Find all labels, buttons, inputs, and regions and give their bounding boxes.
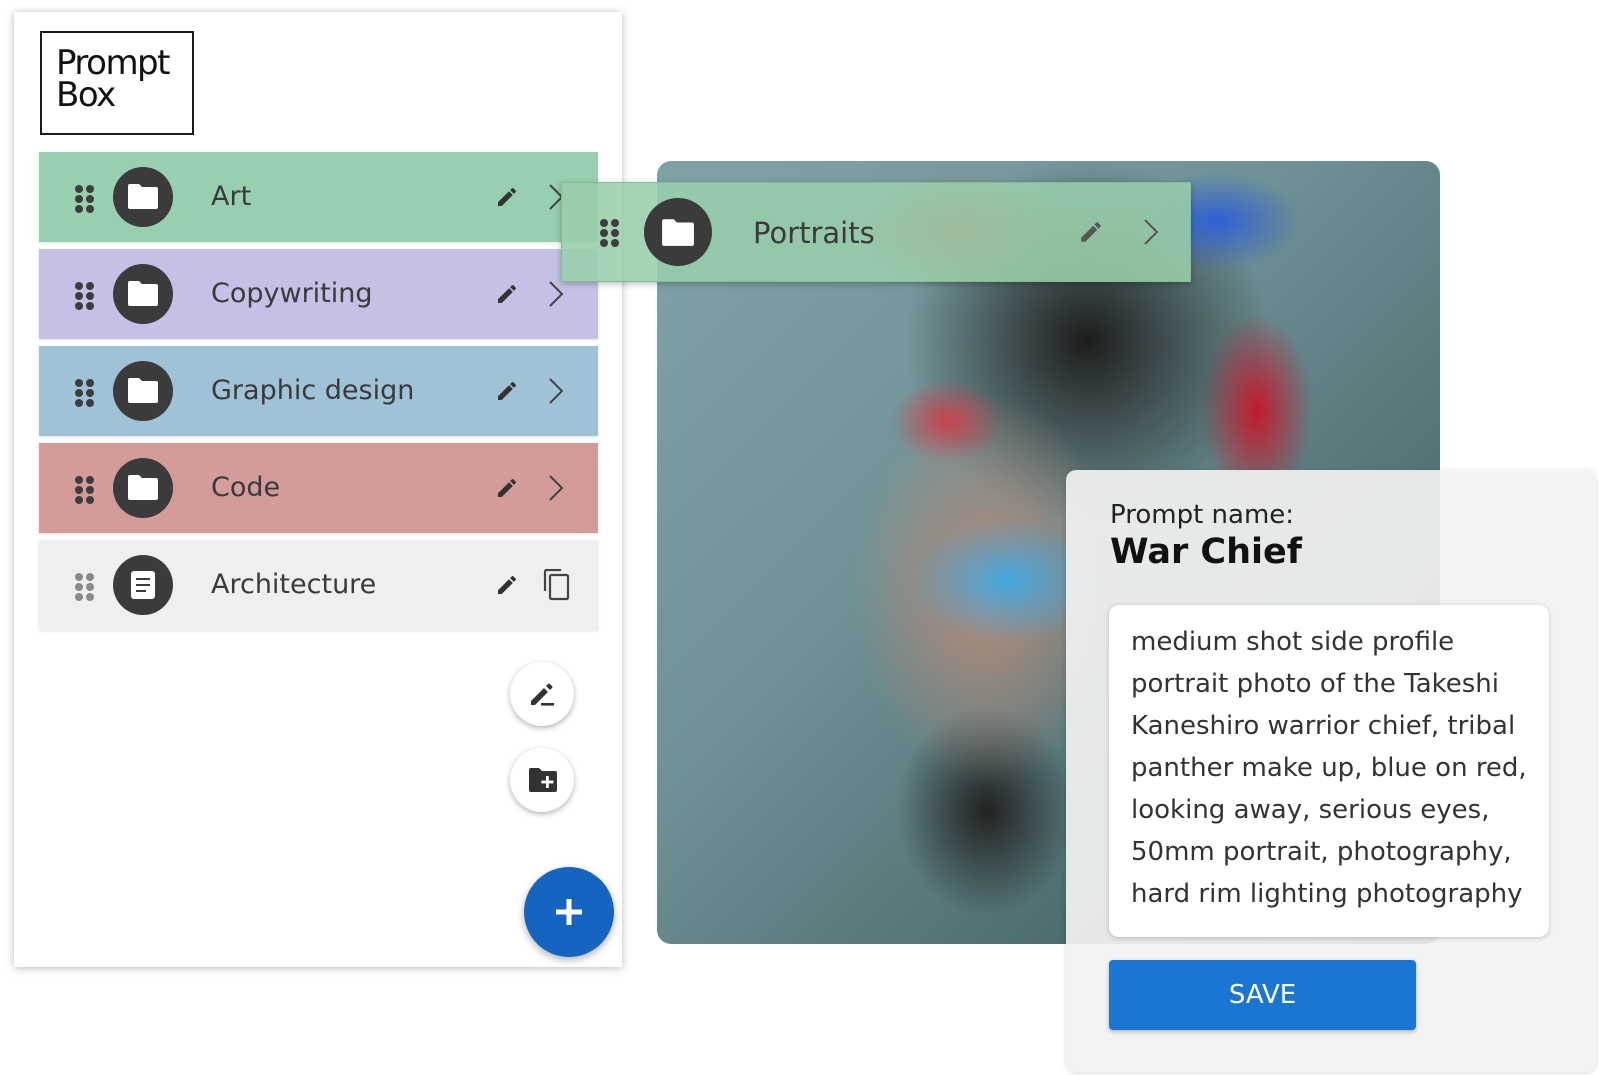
add-button[interactable]: [524, 867, 614, 957]
chevron-right-icon[interactable]: [547, 376, 565, 406]
prompt-box-logo: Prompt Box: [40, 31, 194, 135]
save-button[interactable]: SAVE: [1109, 960, 1416, 1030]
prompt-card: Prompt name: War Chief medium shot side …: [1066, 470, 1596, 1072]
prompt-name[interactable]: War Chief: [1110, 532, 1302, 572]
document-icon: [113, 555, 173, 615]
folder-label: Art: [211, 181, 252, 212]
pencil-icon[interactable]: [1078, 219, 1102, 243]
folder-icon: [113, 458, 173, 518]
plus-icon: [556, 899, 582, 925]
new-prompt-button[interactable]: [510, 662, 574, 726]
pencil-icon[interactable]: [495, 379, 519, 403]
folder-add-icon: [529, 768, 557, 792]
drag-handle-icon[interactable]: [75, 185, 95, 213]
pencil-icon[interactable]: [495, 476, 519, 500]
folder-label: Graphic design: [211, 375, 415, 406]
chevron-right-icon[interactable]: [547, 279, 565, 309]
chevron-right-icon[interactable]: [1142, 217, 1160, 247]
folder-row-art[interactable]: Art: [39, 152, 598, 242]
pencil-icon[interactable]: [495, 573, 519, 597]
prompt-name-label: Prompt name:: [1110, 500, 1295, 530]
folder-row-copywriting[interactable]: Copywriting: [39, 249, 598, 339]
new-folder-button[interactable]: [510, 748, 574, 812]
drag-handle-icon[interactable]: [600, 219, 620, 247]
prompt-label: Architecture: [211, 569, 377, 600]
prompt-row-architecture[interactable]: Architecture: [39, 540, 598, 630]
chevron-right-icon[interactable]: [547, 473, 565, 503]
drag-handle-icon[interactable]: [75, 573, 95, 601]
drag-handle-icon[interactable]: [75, 476, 95, 504]
prompt-text-field[interactable]: medium shot side profile portrait photo …: [1109, 605, 1549, 937]
folder-icon: [113, 167, 173, 227]
folder-label: Copywriting: [211, 278, 373, 309]
folder-row-graphic-design[interactable]: Graphic design: [39, 346, 598, 436]
prompt-box-panel: Prompt Box Art Copywriting Graphic desig…: [14, 12, 622, 967]
edit-line-icon: [531, 683, 554, 706]
copy-icon[interactable]: [542, 568, 570, 601]
folder-label: Portraits: [753, 216, 875, 250]
folder-icon: [113, 264, 173, 324]
folder-icon: [113, 361, 173, 421]
dragging-folder-row[interactable]: Portraits: [561, 182, 1191, 282]
folder-row-code[interactable]: Code: [39, 443, 598, 533]
pencil-icon[interactable]: [495, 282, 519, 306]
logo-line-2: Box: [56, 75, 116, 115]
pencil-icon[interactable]: [495, 185, 519, 209]
folder-icon: [644, 198, 712, 266]
folder-label: Code: [211, 472, 281, 503]
drag-handle-icon[interactable]: [75, 379, 95, 407]
drag-handle-icon[interactable]: [75, 282, 95, 310]
